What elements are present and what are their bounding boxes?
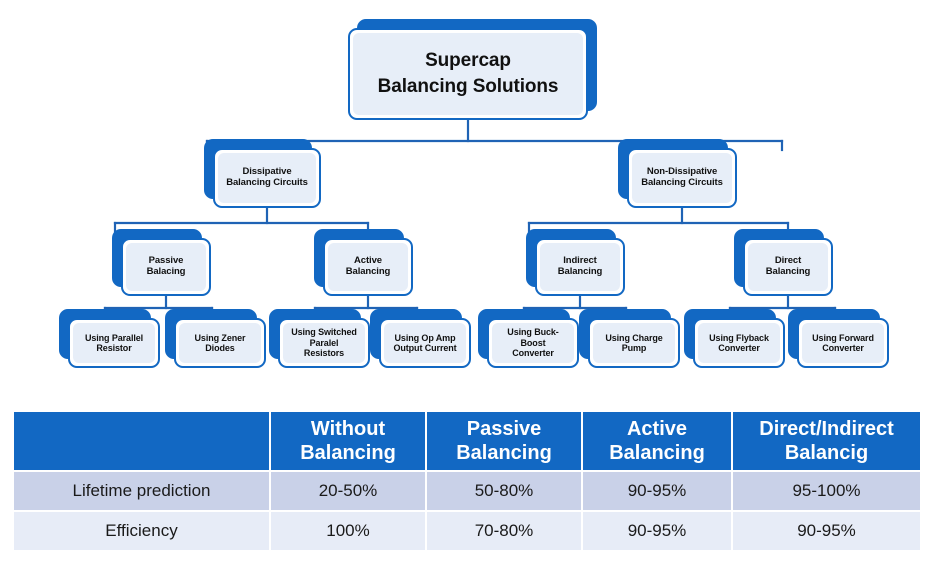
header-line-2: Balancing <box>609 442 705 464</box>
node-label: Direct Balancing <box>765 255 811 277</box>
card-inner: Using Flyback Converter <box>698 323 780 363</box>
node-using-zener-diodes[interactable]: Using Zener Diodes <box>165 309 266 368</box>
cell-lifetime-direct-indirect-balancing: 95-100% <box>732 471 920 512</box>
card-face: Direct Balancing <box>743 238 833 296</box>
card-inner: Using Switched Paralel Resistors <box>283 323 365 363</box>
card-face: Supercap Balancing Solutions <box>348 28 588 120</box>
table-body: Lifetime prediction 20-50% 50-80% 90-95%… <box>14 471 920 550</box>
card-face: Passive Balacing <box>121 238 211 296</box>
header-line-1: Without <box>310 418 386 440</box>
header-line-2: Balancing <box>456 442 552 464</box>
node-using-flyback-converter[interactable]: Using Flyback Converter <box>684 309 785 368</box>
card-face: Dissipative Balancing Circuits <box>213 148 321 208</box>
balancing-comparison-table: Without Balancing Passive Balancing Acti… <box>14 412 920 550</box>
node-label: Supercap Balancing Solutions <box>377 50 559 97</box>
node-using-switched-paralel-resistors[interactable]: Using Switched Paralel Resistors <box>269 309 370 368</box>
card-inner: Supercap Balancing Solutions <box>353 33 583 115</box>
node-label: Using Zener Diodes <box>194 332 246 353</box>
balancing-comparison-table-wrapper: Without Balancing Passive Balancing Acti… <box>14 412 920 550</box>
card-face: Active Balancing <box>323 238 413 296</box>
header-line-1: Direct/Indirect <box>759 418 894 440</box>
node-dissipative-balancing-circuits[interactable]: Dissipative Balancing Circuits <box>204 139 321 208</box>
node-label: Using Charge Pump <box>605 332 663 353</box>
card-face: Indirect Balancing <box>535 238 625 296</box>
card-inner: Using Op Amp Output Current <box>384 323 466 363</box>
header-line-1: Active <box>626 418 688 440</box>
node-label: Using Forward Converter <box>812 332 874 353</box>
node-direct-balancing[interactable]: Direct Balancing <box>734 229 833 296</box>
node-using-parallel-resistor[interactable]: Using Parallel Resistor <box>59 309 160 368</box>
card-inner: Active Balancing <box>328 243 408 291</box>
table-row: Efficiency 100% 70-80% 90-95% 90-95% <box>14 511 920 550</box>
card-face: Using Forward Converter <box>797 318 889 368</box>
card-inner: Using Charge Pump <box>593 323 675 363</box>
header-line-2: Balancig <box>784 442 869 464</box>
card-face: Using Buck- Boost Converter <box>487 318 579 368</box>
card-inner: Direct Balancing <box>748 243 828 291</box>
node-using-charge-pump[interactable]: Using Charge Pump <box>579 309 680 368</box>
card-face: Using Parallel Resistor <box>68 318 160 368</box>
node-passive-balancing[interactable]: Passive Balacing <box>112 229 211 296</box>
card-inner: Using Buck- Boost Converter <box>492 323 574 363</box>
table-row: Lifetime prediction 20-50% 50-80% 90-95%… <box>14 471 920 512</box>
card-face: Using Flyback Converter <box>693 318 785 368</box>
card-inner: Using Forward Converter <box>802 323 884 363</box>
node-label: Using Flyback Converter <box>709 332 769 353</box>
node-label: Using Op Amp Output Current <box>393 332 457 353</box>
node-label: Passive Balacing <box>146 255 186 277</box>
card-inner: Dissipative Balancing Circuits <box>218 153 316 203</box>
card-face: Using Charge Pump <box>588 318 680 368</box>
node-label: Using Switched Paralel Resistors <box>291 327 357 359</box>
node-active-balancing[interactable]: Active Balancing <box>314 229 413 296</box>
node-label: Using Parallel Resistor <box>84 332 144 353</box>
node-indirect-balancing[interactable]: Indirect Balancing <box>526 229 625 296</box>
card-face: Non-Dissipative Balancing Circuits <box>627 148 737 208</box>
table-header-active-balancing: Active Balancing <box>582 412 733 472</box>
row-metric-lifetime-prediction: Lifetime prediction <box>14 471 271 512</box>
row-metric-efficiency: Efficiency <box>14 511 271 550</box>
node-supercap-balancing-solutions[interactable]: Supercap Balancing Solutions <box>348 19 597 120</box>
supercap-balancing-tree-diagram: Supercap Balancing Solutions Dissipative B… <box>0 0 935 400</box>
cell-lifetime-active-balancing: 90-95% <box>582 471 733 512</box>
cell-efficiency-without-balancing: 100% <box>270 511 427 550</box>
card-face: Using Switched Paralel Resistors <box>278 318 370 368</box>
node-using-op-amp-output-current[interactable]: Using Op Amp Output Current <box>370 309 471 368</box>
table-header-corner <box>14 412 271 472</box>
cell-efficiency-active-balancing: 90-95% <box>582 511 733 550</box>
node-non-dissipative-balancing-circuits[interactable]: Non-Dissipative Balancing Circuits <box>618 139 737 208</box>
card-inner: Using Zener Diodes <box>179 323 261 363</box>
header-line-1: Passive <box>466 418 542 440</box>
header-line-2: Balancing <box>300 442 396 464</box>
node-label: Using Buck- Boost Converter <box>507 327 559 359</box>
cell-efficiency-passive-balancing: 70-80% <box>426 511 583 550</box>
cell-lifetime-passive-balancing: 50-80% <box>426 471 583 512</box>
card-inner: Indirect Balancing <box>540 243 620 291</box>
node-using-buck-boost-converter[interactable]: Using Buck- Boost Converter <box>478 309 579 368</box>
node-using-forward-converter[interactable]: Using Forward Converter <box>788 309 889 368</box>
card-inner: Using Parallel Resistor <box>73 323 155 363</box>
table-header-direct-indirect-balancig: Direct/Indirect Balancig <box>732 412 920 472</box>
node-label: Dissipative Balancing Circuits <box>226 166 308 188</box>
table-header-passive-balancing: Passive Balancing <box>426 412 583 472</box>
card-inner: Passive Balacing <box>126 243 206 291</box>
table-header-row: Without Balancing Passive Balancing Acti… <box>14 412 920 472</box>
card-face: Using Zener Diodes <box>174 318 266 368</box>
node-label: Active Balancing <box>345 255 391 277</box>
node-label: Indirect Balancing <box>557 255 603 277</box>
cell-lifetime-without-balancing: 20-50% <box>270 471 427 512</box>
cell-efficiency-direct-indirect-balancing: 90-95% <box>732 511 920 550</box>
table-header-without-balancing: Without Balancing <box>270 412 427 472</box>
card-face: Using Op Amp Output Current <box>379 318 471 368</box>
table-header: Without Balancing Passive Balancing Acti… <box>14 412 920 472</box>
card-inner: Non-Dissipative Balancing Circuits <box>632 153 732 203</box>
node-label: Non-Dissipative Balancing Circuits <box>641 166 723 188</box>
